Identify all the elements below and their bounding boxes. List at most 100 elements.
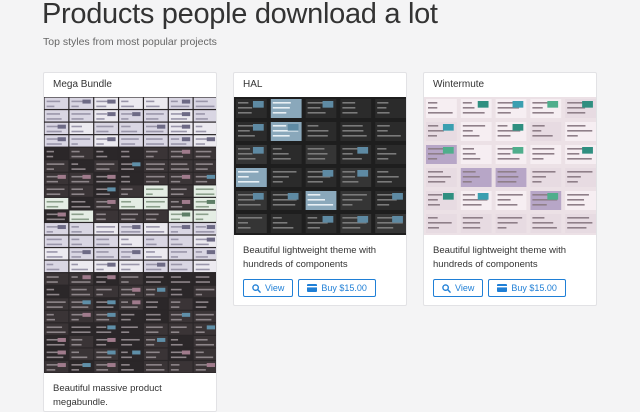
- view-button[interactable]: View: [433, 279, 484, 297]
- mini-screen: [193, 348, 216, 360]
- page-title: Products people download a lot: [42, 0, 438, 30]
- buy-button-label: Buy $15.00: [511, 283, 557, 293]
- mini-screen: [44, 185, 69, 197]
- mini-screen: [144, 248, 168, 260]
- mini-screen: [69, 335, 94, 348]
- mini-screen: [144, 197, 168, 210]
- mini-screen: [144, 223, 168, 235]
- mini-screen: [119, 197, 143, 210]
- mini-screen: [69, 135, 94, 147]
- view-button-label: View: [265, 283, 285, 293]
- mini-screen: [193, 122, 216, 135]
- mini-screen: [69, 147, 94, 160]
- mini-screen: [44, 197, 69, 210]
- credit-card-icon: [307, 284, 318, 292]
- mini-screen: [44, 147, 69, 160]
- view-button-label: View: [455, 283, 475, 293]
- mini-screen: [168, 285, 193, 298]
- mini-screen: [69, 197, 94, 210]
- mini-screen: [144, 323, 168, 335]
- mini-screen: [119, 310, 143, 323]
- product-name: Mega Bundle: [53, 79, 112, 90]
- mini-screen: [69, 348, 94, 360]
- mini-screen: [94, 160, 118, 172]
- buy-button[interactable]: Buy $15.00: [488, 279, 566, 297]
- mini-screen: [193, 285, 216, 298]
- mini-screen: [119, 185, 143, 197]
- product-card-mega-bundle[interactable]: Mega Bundle Beautiful massive product me…: [43, 72, 217, 412]
- mini-screen: [168, 185, 193, 197]
- mini-screen: [69, 210, 94, 222]
- hal-screens: [236, 99, 406, 233]
- mini-screen: [144, 172, 168, 185]
- mini-screen: [69, 285, 94, 298]
- mini-screen: [144, 97, 168, 109]
- mini-screen: [119, 135, 143, 147]
- mini-screen: [119, 335, 143, 348]
- mini-screen: [94, 223, 118, 235]
- mini-screen: [193, 97, 216, 109]
- mini-screen: [119, 122, 143, 135]
- mini-screen: [193, 273, 216, 285]
- mini-screen: [168, 361, 193, 373]
- mini-screen: [193, 260, 216, 273]
- mini-screen: [44, 273, 69, 285]
- mini-screen: [119, 273, 143, 285]
- mini-screen: [144, 235, 168, 247]
- mini-screen: [144, 273, 168, 285]
- mini-screen: [44, 110, 69, 122]
- credit-card-icon: [497, 284, 508, 292]
- mini-screen: [144, 135, 168, 147]
- mini-screen: [119, 210, 143, 222]
- mini-screen: [94, 235, 118, 247]
- mini-screen: [193, 310, 216, 323]
- product-card-wintermute[interactable]: Wintermute Beautiful lightweight theme w…: [423, 72, 597, 306]
- mini-screen: [193, 185, 216, 197]
- mini-screen: [69, 323, 94, 335]
- mini-screen: [168, 260, 193, 273]
- mini-screen: [69, 223, 94, 235]
- product-description: Beautiful lightweight theme with hundred…: [243, 245, 377, 270]
- mini-screen: [168, 298, 193, 310]
- mega-bundle-screens: [44, 97, 216, 373]
- mini-screen: [119, 260, 143, 273]
- mini-screen: [94, 147, 118, 160]
- mini-screen: [168, 160, 193, 172]
- mini-screen: [168, 323, 193, 335]
- mini-screen: [69, 160, 94, 172]
- mini-screen: [69, 235, 94, 247]
- search-icon: [252, 283, 261, 293]
- mini-screen: [144, 298, 168, 310]
- mini-screen: [69, 122, 94, 135]
- mini-screen: [94, 122, 118, 135]
- product-card-hal[interactable]: HAL Beautiful lightweight theme with hun…: [233, 72, 407, 306]
- mini-screen: [44, 310, 69, 323]
- mini-screen: [94, 248, 118, 260]
- product-description: Beautiful lightweight theme with hundred…: [433, 245, 567, 270]
- mini-screen: [119, 323, 143, 335]
- mini-screen: [193, 147, 216, 160]
- mini-screen: [168, 248, 193, 260]
- wintermute-screens: [426, 99, 596, 233]
- product-thumbnail[interactable]: [234, 97, 406, 235]
- mini-screen: [44, 160, 69, 172]
- product-description: Beautiful massive product megabundle.: [53, 383, 162, 408]
- mini-screen: [193, 210, 216, 222]
- buy-button-label: Buy $15.00: [321, 283, 367, 293]
- search-icon: [442, 283, 451, 293]
- mini-screen: [94, 210, 118, 222]
- mini-screen: [69, 110, 94, 122]
- product-thumbnail[interactable]: [44, 97, 216, 373]
- buy-button[interactable]: Buy $15.00: [298, 279, 376, 297]
- mini-screen: [44, 248, 69, 260]
- mini-screen: [144, 310, 168, 323]
- mini-screen: [168, 273, 193, 285]
- mini-screen: [168, 235, 193, 247]
- mini-screen: [193, 110, 216, 122]
- product-name: Wintermute: [433, 79, 485, 90]
- view-button[interactable]: View: [243, 279, 294, 297]
- mini-screen: [144, 185, 168, 197]
- product-thumbnail[interactable]: [424, 97, 596, 235]
- mini-screen: [193, 160, 216, 172]
- mini-screen: [69, 185, 94, 197]
